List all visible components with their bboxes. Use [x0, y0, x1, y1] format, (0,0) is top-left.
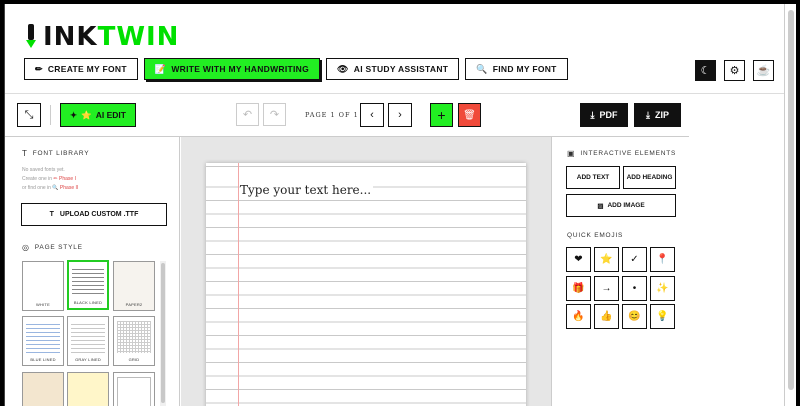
logo-text: INKTWIN: [43, 22, 180, 52]
page-style-grid[interactable]: GRID: [113, 316, 155, 366]
undo-button[interactable]: ↶: [236, 103, 259, 126]
chevron-left-icon: ‹: [370, 109, 374, 121]
font-library-title: T FONT LIBRARY: [22, 149, 90, 158]
text-icon: T: [22, 149, 28, 158]
page-style-scrollbar[interactable]: [160, 261, 166, 406]
upload-ttf-button[interactable]: T UPLOAD CUSTOM .TTF: [21, 203, 167, 226]
ai-edit-button[interactable]: ✦ ⭐ AI EDIT: [60, 103, 136, 127]
emoji-pin[interactable]: 📍: [650, 247, 675, 272]
star-icon: ⭐: [81, 109, 92, 120]
page-style-gray-lined[interactable]: GRAY LINED: [67, 316, 109, 366]
app-window: INKTWIN ✏ CREATE MY FONT 📝 WRITE WITH MY…: [4, 4, 784, 406]
redo-icon: ↷: [269, 109, 280, 121]
window-scrollbar[interactable]: [784, 4, 796, 406]
nav-find-my-font[interactable]: 🔍 FIND MY FONT: [465, 58, 568, 80]
page-text[interactable]: Type your text here...: [240, 183, 374, 197]
emoji-sparkles[interactable]: ✨: [650, 276, 675, 301]
ruled-lines: [71, 321, 105, 353]
sparkle-icon: ✦: [70, 109, 78, 120]
emoji-bullet[interactable]: •: [622, 276, 647, 301]
emoji-smile[interactable]: 😊: [622, 304, 647, 329]
eye-icon: 👁: [337, 63, 349, 74]
scrollbar-thumb[interactable]: [788, 10, 794, 390]
font-library-create-hint: Create one in ✏ Phase I: [22, 176, 76, 182]
page-style-blue-lined[interactable]: BLUE LINED: [22, 316, 64, 366]
gear-icon: ⚙: [729, 65, 740, 77]
emoji-bulb[interactable]: 💡: [650, 304, 675, 329]
collapse-arrows-icon: ⤡: [24, 108, 34, 121]
add-image-button[interactable]: ▨ ADD IMAGE: [566, 194, 676, 217]
phase-1-link[interactable]: ✏ Phase I: [53, 176, 76, 182]
main-nav: ✏ CREATE MY FONT 📝 WRITE WITH MY HANDWRI…: [24, 58, 568, 80]
emoji-arrow[interactable]: →: [594, 276, 619, 301]
divider: [5, 93, 784, 94]
page-style-yellow[interactable]: [67, 372, 109, 406]
ruled-lines: [26, 321, 60, 353]
moon-icon: ☾: [700, 65, 711, 77]
delete-page-button[interactable]: 🗑: [458, 103, 481, 127]
add-page-button[interactable]: +: [430, 103, 453, 127]
pencil-icon: ✏: [35, 63, 43, 74]
nav-ai-study-assistant[interactable]: 👁 AI STUDY ASSISTANT: [326, 58, 460, 80]
blank-area: [689, 137, 784, 406]
page-style-paper2[interactable]: PAPER2: [113, 261, 155, 311]
page-indicator: PAGE 1 OF 1: [305, 111, 359, 119]
page-style-title: ◎ PAGE STYLE: [22, 243, 83, 252]
export-pdf-button[interactable]: ⤓ PDF: [580, 103, 628, 127]
memo-icon: 📝: [154, 63, 167, 74]
add-heading-button[interactable]: ADD HEADING: [623, 166, 676, 189]
page-style-bordered[interactable]: [113, 372, 155, 406]
collapse-button[interactable]: ⤡: [17, 103, 41, 127]
redo-button[interactable]: ↷: [263, 103, 286, 126]
palette-icon: ◎: [22, 243, 30, 252]
add-text-button[interactable]: ADD TEXT: [566, 166, 620, 189]
ruled-lines: [72, 266, 104, 296]
download-icon: ⤓: [590, 109, 595, 120]
margin-line: [238, 163, 239, 406]
emoji-check[interactable]: ✓: [622, 247, 647, 272]
layout-icon: ▣: [567, 149, 576, 158]
nav-write-with-my-handwriting[interactable]: 📝 WRITE WITH MY HANDWRITING: [143, 58, 321, 80]
phase-2-link[interactable]: 🔍 Phase II: [52, 185, 78, 191]
divider: [50, 105, 51, 125]
image-icon: ▨: [597, 202, 604, 210]
coffee-icon: ☕: [756, 65, 771, 77]
chevron-right-icon: ›: [398, 109, 402, 121]
header-actions: ☾ ⚙ ☕: [695, 60, 774, 81]
page-style-tan[interactable]: [22, 372, 64, 406]
emoji-gift[interactable]: 🎁: [566, 276, 591, 301]
grid-lines: [117, 321, 151, 353]
next-page-button[interactable]: ›: [388, 103, 412, 127]
quick-emojis-title: QUICK EMOJIS: [567, 232, 624, 239]
text-icon: T: [49, 211, 54, 218]
border-frame: [117, 377, 151, 406]
page-style-black-lined[interactable]: BLACK LINED: [67, 260, 109, 310]
font-library-find-hint: or find one in 🔍 Phase II: [22, 185, 79, 191]
prev-page-button[interactable]: ‹: [360, 103, 384, 127]
emoji-star[interactable]: ⭐: [594, 247, 619, 272]
emoji-heart[interactable]: ❤: [566, 247, 591, 272]
download-icon: ⤓: [646, 109, 650, 120]
editor-canvas: Type your text here...: [181, 137, 551, 406]
trash-icon: 🗑: [463, 109, 476, 121]
lined-page[interactable]: Type your text here...: [206, 163, 526, 406]
plus-icon: +: [437, 107, 446, 123]
emoji-fire[interactable]: 🔥: [566, 304, 591, 329]
font-library-empty: No saved fonts yet.: [22, 167, 65, 173]
interactive-elements-title: ▣ INTERACTIVE ELEMENTS: [567, 149, 677, 158]
search-icon: 🔍: [476, 63, 488, 74]
export-zip-button[interactable]: ⤓ ZIP: [634, 103, 681, 127]
nav-create-my-font[interactable]: ✏ CREATE MY FONT: [24, 58, 138, 80]
logo[interactable]: INKTWIN: [25, 22, 179, 52]
coffee-button[interactable]: ☕: [753, 60, 774, 81]
dark-mode-toggle[interactable]: ☾: [695, 60, 716, 81]
emoji-thumbs-up[interactable]: 👍: [594, 304, 619, 329]
page-style-white[interactable]: WHITE: [22, 261, 64, 311]
settings-button[interactable]: ⚙: [724, 60, 745, 81]
pen-logo-icon: [25, 24, 37, 50]
undo-icon: ↶: [242, 109, 253, 121]
